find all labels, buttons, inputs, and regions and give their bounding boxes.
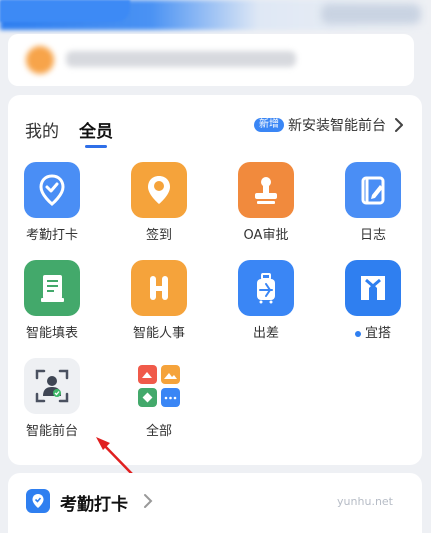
- chevron-right-icon: [144, 494, 153, 508]
- annotation-arrow-icon: [96, 437, 135, 477]
- section-title: 考勤打卡: [60, 495, 128, 515]
- watermark: yunhu.net: [337, 495, 393, 508]
- location-check-icon: [26, 489, 50, 513]
